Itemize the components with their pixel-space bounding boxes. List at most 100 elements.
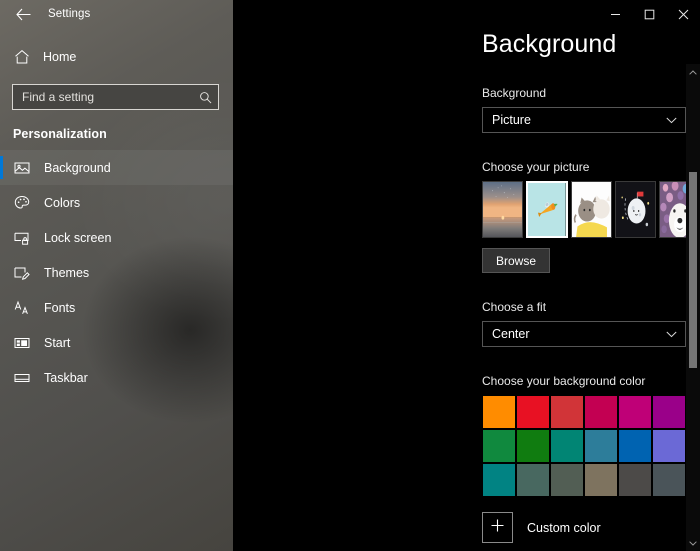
settings-content: Background Background Picture Choose you…	[233, 0, 700, 543]
chevron-down-icon	[666, 117, 677, 124]
sidebar-item-themes[interactable]: Themes	[0, 255, 233, 290]
search-box[interactable]	[12, 84, 219, 110]
color-swatch-cell[interactable]	[652, 463, 686, 497]
choose-picture-label: Choose your picture	[482, 160, 590, 174]
color-swatch[interactable]	[483, 464, 515, 496]
main-pane: Background Background Picture Choose you…	[233, 0, 700, 551]
maximize-button[interactable]	[632, 0, 666, 28]
color-swatch-cell[interactable]	[516, 395, 550, 429]
sidebar-item-colors[interactable]: Colors	[0, 185, 233, 220]
color-swatch[interactable]	[585, 464, 617, 496]
background-type-label: Background	[482, 86, 547, 100]
lock-screen-icon	[13, 229, 30, 246]
color-swatch-cell[interactable]	[482, 463, 516, 497]
color-swatch-cell[interactable]	[652, 429, 686, 463]
brush-icon	[13, 264, 30, 281]
plus-icon	[490, 518, 505, 538]
color-swatch-cell[interactable]	[482, 429, 516, 463]
scrollbar-thumb[interactable]	[689, 172, 697, 368]
sidebar-titlebar: Settings	[0, 0, 233, 28]
sidebar-item-background[interactable]: Background	[0, 150, 233, 185]
sidebar-item-themes-label: Themes	[44, 265, 90, 280]
back-button[interactable]	[8, 1, 38, 27]
sidebar-item-taskbar-label: Taskbar	[44, 370, 88, 385]
color-swatch[interactable]	[551, 464, 583, 496]
minimize-button[interactable]	[598, 0, 632, 28]
color-swatch[interactable]	[653, 430, 685, 462]
settings-window: Settings Home Personalization	[0, 0, 700, 551]
color-swatch[interactable]	[653, 396, 685, 428]
sidebar-item-colors-label: Colors	[44, 195, 81, 210]
thumbnail-beach-sunset[interactable]	[482, 181, 524, 238]
thumbnail-carrot-rocket[interactable]	[526, 181, 568, 238]
custom-color-button[interactable]	[482, 512, 513, 543]
color-swatch-cell[interactable]	[550, 463, 584, 497]
color-swatch[interactable]	[517, 396, 549, 428]
custom-color-row: Custom color	[482, 512, 700, 543]
palette-icon	[13, 194, 30, 211]
color-swatch-grid	[482, 395, 700, 497]
color-swatch-cell[interactable]	[516, 463, 550, 497]
sidebar-category-title: Personalization	[13, 127, 107, 141]
fit-dropdown[interactable]: Center	[482, 321, 686, 347]
sidebar-item-home[interactable]: Home	[0, 42, 233, 72]
color-swatch-cell[interactable]	[550, 395, 584, 429]
sidebar-item-fonts[interactable]: Fonts	[0, 290, 233, 325]
background-type-group: Background Picture	[482, 86, 700, 133]
choose-fit-group: Choose a fit Center	[482, 300, 700, 347]
color-swatch[interactable]	[619, 430, 651, 462]
search-icon[interactable]	[199, 91, 212, 104]
browse-button[interactable]: Browse	[482, 248, 550, 273]
color-swatch-cell[interactable]	[584, 429, 618, 463]
search-input[interactable]	[22, 90, 199, 104]
choose-picture-group: Choose your picture Browse	[482, 160, 700, 273]
scrollbar-track[interactable]	[686, 80, 700, 535]
color-swatch[interactable]	[517, 464, 549, 496]
sidebar-item-fonts-label: Fonts	[44, 300, 76, 315]
close-button[interactable]	[666, 0, 700, 28]
choose-fit-label: Choose a fit	[482, 300, 547, 314]
background-color-group: Choose your background color Custom colo…	[482, 374, 700, 543]
image-icon	[13, 159, 30, 176]
color-swatch-cell[interactable]	[618, 395, 652, 429]
custom-color-label: Custom color	[527, 520, 601, 535]
background-color-label: Choose your background color	[482, 374, 646, 388]
thumbnail-cartoon-cats[interactable]	[570, 181, 612, 238]
color-swatch-cell[interactable]	[550, 429, 584, 463]
vertical-scrollbar[interactable]	[686, 64, 700, 551]
color-swatch[interactable]	[551, 396, 583, 428]
scroll-up-button[interactable]	[686, 64, 700, 80]
sidebar-item-taskbar[interactable]: Taskbar	[0, 360, 233, 395]
color-swatch-cell[interactable]	[618, 429, 652, 463]
font-icon	[13, 299, 30, 316]
scroll-down-button[interactable]	[686, 535, 700, 551]
color-swatch-cell[interactable]	[618, 463, 652, 497]
back-arrow-icon	[15, 8, 31, 21]
color-swatch[interactable]	[619, 464, 651, 496]
color-swatch[interactable]	[585, 430, 617, 462]
thumbnail-moon-flag[interactable]	[614, 181, 656, 238]
color-swatch-cell[interactable]	[584, 463, 618, 497]
app-title: Settings	[48, 8, 91, 20]
background-type-value: Picture	[492, 113, 531, 127]
color-swatch[interactable]	[653, 464, 685, 496]
color-swatch[interactable]	[551, 430, 583, 462]
chevron-down-icon	[666, 331, 677, 338]
color-swatch-cell[interactable]	[482, 395, 516, 429]
color-swatch[interactable]	[517, 430, 549, 462]
sidebar-item-start-label: Start	[44, 335, 71, 350]
color-swatch-cell[interactable]	[652, 395, 686, 429]
color-swatch-cell[interactable]	[584, 395, 618, 429]
fit-value: Center	[492, 327, 530, 341]
color-swatch[interactable]	[483, 430, 515, 462]
sidebar-item-start[interactable]: Start	[0, 325, 233, 360]
sidebar-item-lock-screen-label: Lock screen	[44, 230, 112, 245]
sidebar-item-lock-screen[interactable]: Lock screen	[0, 220, 233, 255]
sidebar-item-home-label: Home	[43, 50, 77, 64]
color-swatch-cell[interactable]	[516, 429, 550, 463]
color-swatch[interactable]	[619, 396, 651, 428]
color-swatch[interactable]	[585, 396, 617, 428]
background-type-dropdown[interactable]: Picture	[482, 107, 686, 133]
color-swatch[interactable]	[483, 396, 515, 428]
home-icon	[13, 49, 30, 66]
